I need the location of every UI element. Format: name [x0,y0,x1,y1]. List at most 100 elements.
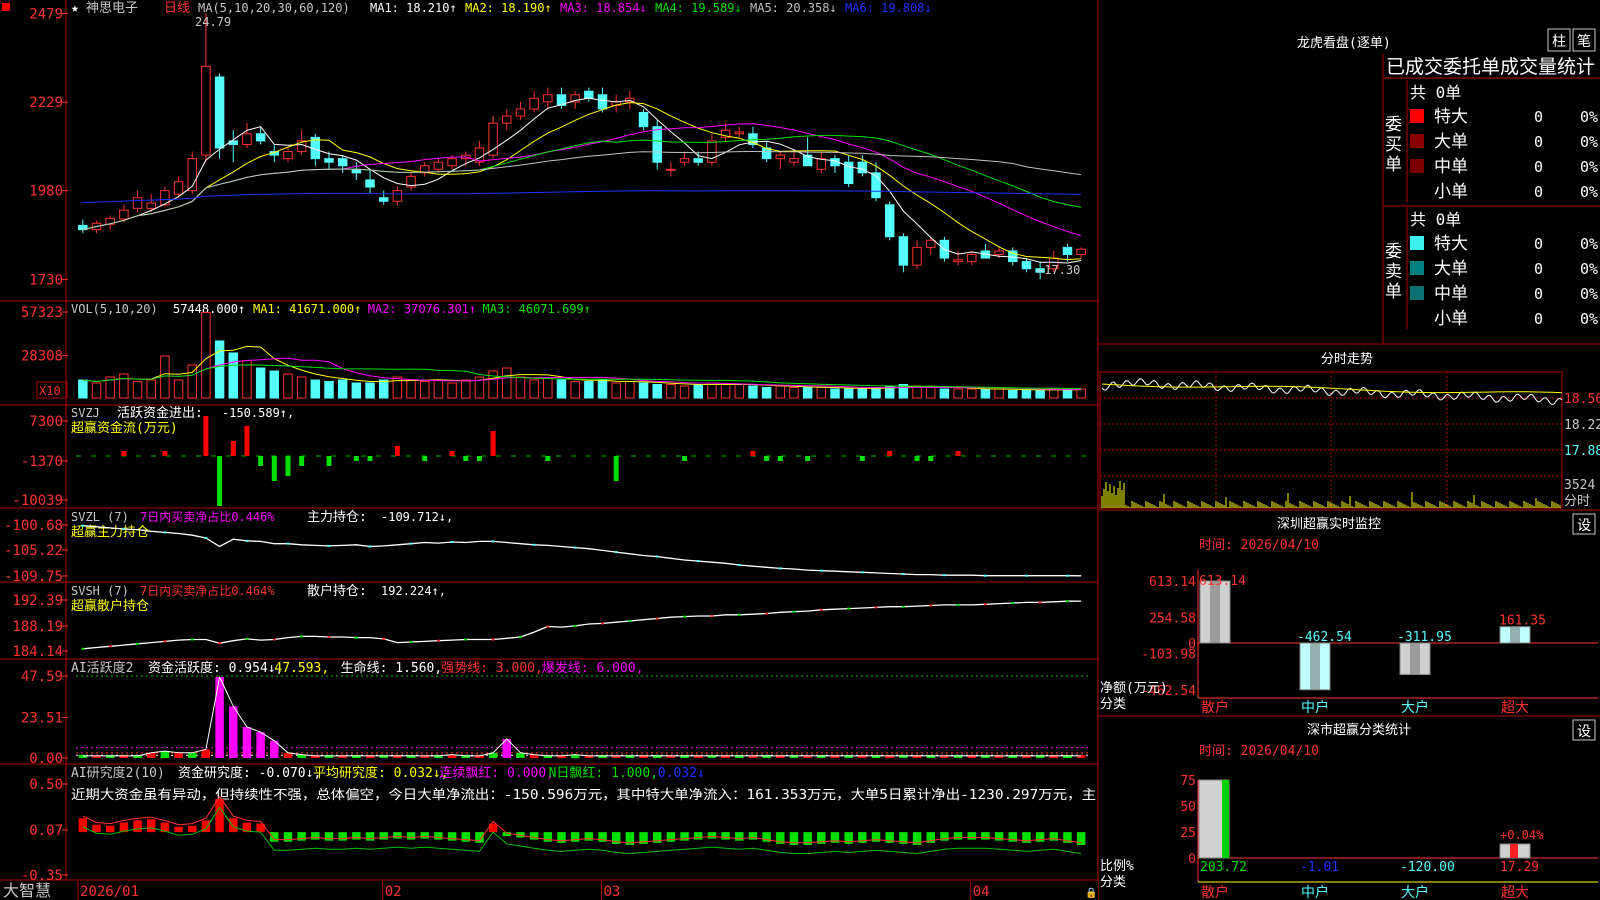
brand-logo[interactable]: 大智慧 [3,881,51,900]
sz-class-category: 超大 [1501,885,1529,900]
svzj-bar [750,451,756,456]
volume-bar [1008,390,1018,399]
vol-ma-legend: MA1: 41671.000↑ MA2: 37076.301↑ MA3: 46071… [253,302,591,316]
order-total: 共 0单 [1410,83,1461,102]
stock-name[interactable]: 神思电子 [86,1,138,16]
star-icon[interactable]: ★ [71,1,79,16]
volume-bar [625,381,635,399]
y-tick-label: 2479 [29,6,63,22]
sz-monitor-value: -311.95 [1397,630,1452,645]
svsh-dot [190,638,194,641]
stock-chart-canvas[interactable]: ★ 神思电子 日线 MA(5,10,20,30,60,120) MA1: 18.… [0,0,1600,900]
candle-body [488,122,498,156]
vol-label: VOL(5,10,20) [71,302,158,316]
sz-class-settings-label[interactable]: 设 [1577,724,1591,740]
svzj-bar [326,456,332,466]
svsh-dot [1011,602,1015,605]
sz-monitor-bar-shade [1210,581,1220,643]
ai-research-bar [297,832,306,841]
volume-bar [693,384,703,399]
candle-body [337,158,348,167]
order-type-label: 特大 [1434,234,1468,254]
sz-monitor-y-label: 254.58 [1149,611,1196,626]
svzj-bar [271,456,277,481]
tick-mode-label[interactable]: 笔 [1577,34,1591,50]
volume-bar [652,384,662,399]
ai-research-legend-item: 连续飘红: 0.000, [439,765,554,781]
svzj-bar [805,456,811,461]
volume-bar [679,385,690,399]
svsh-dot [81,647,85,650]
svzj-bar [682,456,688,461]
intraday-vol-label: 3524 [1564,478,1595,493]
candle-body [789,158,799,163]
lock-icon[interactable]: 🔒 [1085,887,1097,899]
order-type-label: 特大 [1434,107,1468,127]
y-tick-label: 192.39 [12,593,63,609]
svsh-label: SVSH (7) [71,584,129,598]
svzj-bar [353,456,359,461]
volume-bar [543,378,553,399]
svsh-dot [819,608,823,611]
svzj-bar [367,456,373,461]
order-type-label: 小单 [1434,182,1468,202]
ma-legend-item: MA3: 18.854↓ [560,1,647,15]
order-side-label: 单 [1385,282,1402,302]
svzj-bar [121,451,127,456]
candle-body [666,168,676,171]
volume-bar [1021,390,1032,399]
candle-body [378,197,389,202]
svsh-dot [655,617,659,620]
order-type-label: 小单 [1434,309,1468,329]
svzl-dot [655,555,659,558]
volume-bar [461,379,471,399]
order-pct: 0% [1580,158,1598,176]
order-swatch [1410,134,1424,148]
svzj-bar [217,456,223,506]
bar-mode-label[interactable]: 柱 [1552,34,1566,50]
volume-bar [775,385,786,399]
volume-bar [337,379,348,399]
sz-monitor-chart: 613.14254.580-103.98-462.54净额(万元)分类613.1… [1100,570,1598,716]
svsh-dot [163,640,167,643]
ai-research-bar [105,825,115,833]
svsh-ratio: 7日内买卖净占比0.464% [140,583,275,598]
sz-class-value: 17.29 [1500,860,1539,875]
svzj-bar [914,456,920,461]
svsh-dot [956,603,960,606]
svzl-hold-value: -109.712↓, [381,510,453,524]
order-pct: 0% [1580,183,1598,201]
svzl-dot [532,543,536,546]
ai-research-description: 近期大资金虽有异动，但持续性不强，总体偏空，今日大单净流出：-150.596万元… [71,787,1096,803]
sz-monitor-unit: 净额(万元) [1100,681,1168,696]
svzl-dot [327,544,331,547]
sz-class-time: 时间: 2026/04/10 [1199,744,1319,759]
sz-monitor-y-label: 613.14 [1149,575,1196,590]
volume-bar [1076,388,1086,399]
sz-monitor-category: 中户 [1301,699,1329,716]
sz-class-ratio-label: 比例% [1100,859,1134,874]
ai-active-legend-item: 爆发线: 6.000, [542,660,644,676]
sz-class-class-label: 分类 [1100,875,1126,890]
ai-research-bar [735,832,744,841]
ai-research-bar [133,820,142,833]
svzl-dot [696,560,700,563]
ai-research-bar [283,832,293,842]
intraday-vol-name: 分时 [1564,494,1590,509]
volume-bar [324,381,334,399]
candle-body [392,190,403,202]
svsh-dot [929,604,933,607]
svzj-title: 活跃资金进出: [117,405,203,421]
period-label[interactable]: 日线 [164,1,190,16]
ai-research-bar [584,832,594,841]
ai-research-bar [721,832,730,840]
sz-monitor-settings-label[interactable]: 设 [1577,518,1591,534]
ai-research-bar [967,832,976,840]
sz-class-y-label: 25 [1180,826,1196,841]
candle-body [884,204,895,238]
candlestick-series [78,13,1086,280]
ai-research-bar [352,832,361,840]
x-axis-bar [0,881,1098,900]
y-tick-label: -10039 [12,493,63,509]
svzl-dot [778,567,782,570]
